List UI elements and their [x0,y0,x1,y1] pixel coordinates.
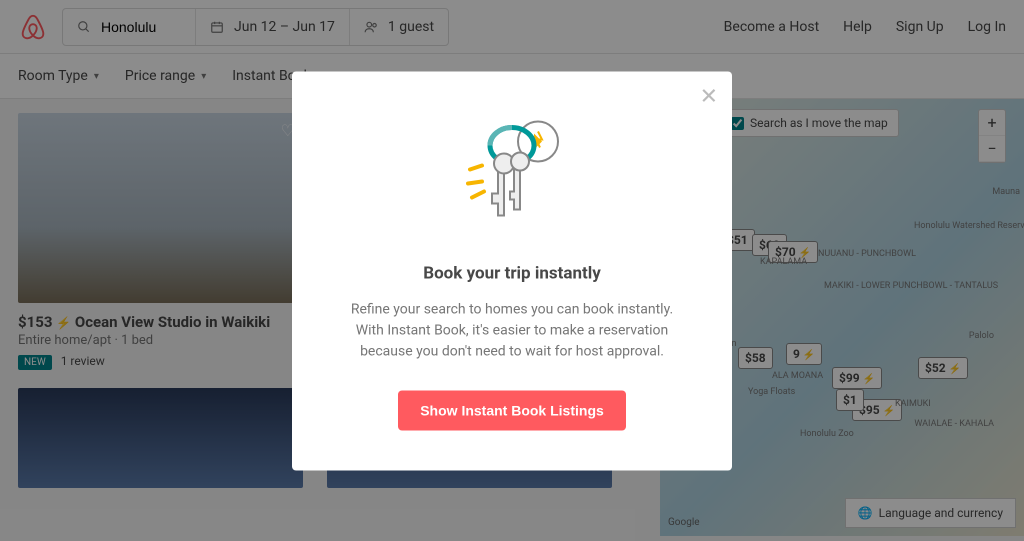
show-instant-book-button[interactable]: Show Instant Book Listings [398,390,626,430]
keys-illustration [442,105,582,245]
close-icon: ✕ [700,83,718,108]
modal-body: Refine your search to homes you can book… [338,299,686,362]
instant-book-modal: ✕ Book your trip instantly Refine your s… [292,71,732,470]
close-button[interactable]: ✕ [700,83,718,109]
modal-title: Book your trip instantly [338,263,686,283]
